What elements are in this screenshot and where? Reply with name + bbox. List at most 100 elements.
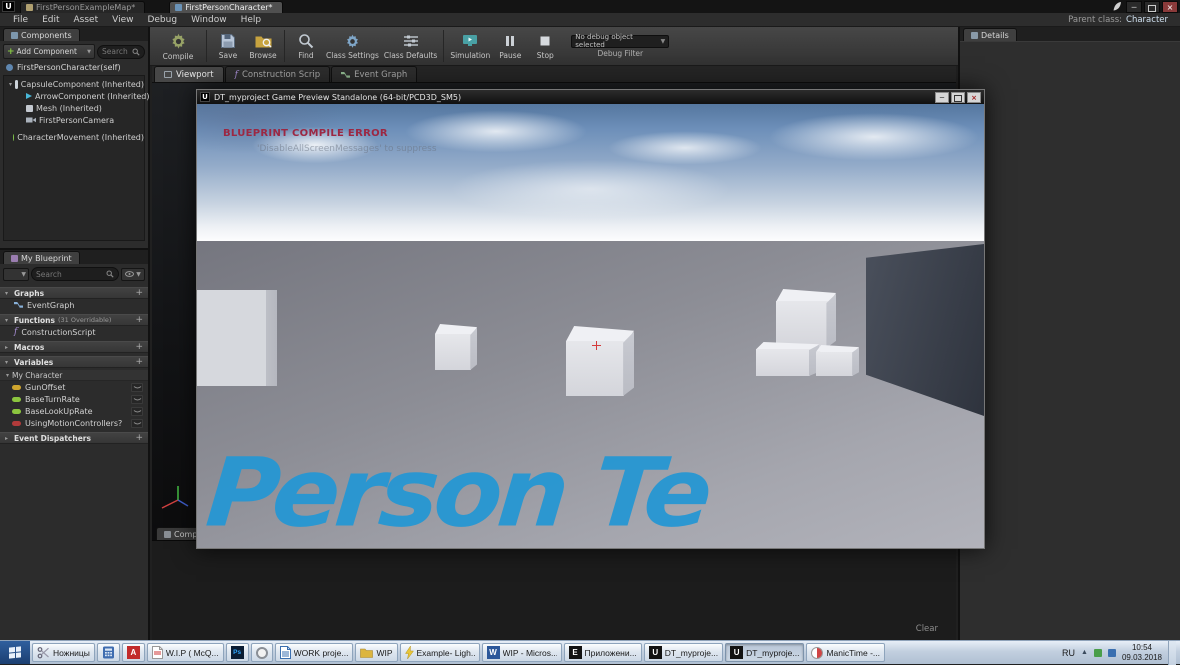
clear-button[interactable]: Clear (916, 624, 938, 634)
taskbar-item-word[interactable]: W WIP - Micros... (481, 643, 562, 662)
show-desktop-button[interactable] (1168, 640, 1176, 665)
class-defaults-button[interactable]: Class Defaults (382, 28, 439, 65)
add-variable-button[interactable]: + (135, 357, 143, 367)
add-function-button[interactable]: + (135, 315, 143, 325)
taskbar-item-calculator[interactable] (96, 643, 120, 662)
taskbar-item-unreal-editor[interactable]: U DT_myproje... (643, 643, 724, 662)
construction-script-item[interactable]: f ConstructionScript (0, 326, 148, 338)
expander-icon[interactable]: ▸ (5, 435, 11, 442)
taskbar-item-photoshop[interactable]: Ps (225, 643, 249, 662)
menu-file[interactable]: File (6, 15, 35, 25)
taskbar-item-snipping-tool[interactable]: Ножницы (32, 643, 95, 662)
taskbar-item-example-lighting[interactable]: Example- Ligh... (399, 643, 480, 662)
expander-icon[interactable]: ▾ (5, 359, 11, 366)
browse-button[interactable]: Browse (246, 28, 280, 65)
section-functions[interactable]: ▾ Functions (31 Overridable) + (0, 314, 148, 326)
taskbar-item-wip-folder[interactable]: WIP (355, 643, 398, 662)
taskbar-item-label: WIP - Micros... (502, 647, 557, 658)
component-row-arrow[interactable]: ArrowComponent (Inherited) (4, 90, 149, 102)
taskbar-item-wip-doc[interactable]: W.I.P ( McQ... (146, 643, 224, 662)
event-graph-item[interactable]: EventGraph (0, 299, 148, 311)
simulation-button[interactable]: Simulation (448, 28, 492, 65)
float-type-icon (12, 396, 21, 402)
variable-row-usingmotioncontrollers[interactable]: UsingMotionControllers? (0, 417, 148, 429)
tab-event-graph[interactable]: Event Graph (331, 66, 418, 82)
my-blueprint-search-input[interactable] (36, 269, 104, 279)
stop-button[interactable]: Stop (528, 28, 562, 65)
add-graph-button[interactable]: + (135, 288, 143, 298)
variable-row-baselookuprate[interactable]: BaseLookUpRate (0, 405, 148, 417)
eye-closed-icon[interactable] (131, 406, 143, 416)
close-button[interactable]: × (1162, 0, 1178, 13)
variable-category-row[interactable]: ▾ My Character (0, 370, 148, 381)
game-viewport[interactable]: Person Te BLUEPRINT COMPILE ERROR 'Disab… (197, 104, 984, 548)
taskbar-item-circle-app[interactable] (250, 643, 273, 662)
section-variables[interactable]: ▾ Variables + (0, 356, 148, 368)
document-icon (151, 646, 163, 659)
section-event-dispatchers[interactable]: ▸ Event Dispatchers + (0, 432, 148, 444)
variable-row-gunoffset[interactable]: GunOffset (0, 381, 148, 393)
add-dispatcher-button[interactable]: + (135, 433, 143, 443)
component-row-mesh[interactable]: Mesh (Inherited) (4, 102, 144, 114)
tab-components[interactable]: Components (3, 28, 80, 41)
menu-help[interactable]: Help (234, 15, 269, 25)
tray-icon[interactable] (1107, 648, 1116, 657)
menu-debug[interactable]: Debug (140, 15, 184, 25)
expander-icon[interactable]: ▾ (9, 81, 12, 88)
taskbar-item-unreal-preview[interactable]: U DT_myproje... (725, 643, 805, 662)
add-macro-button[interactable]: + (135, 342, 143, 352)
eye-closed-icon[interactable] (131, 394, 143, 404)
minimize-button[interactable]: ─ (935, 91, 949, 103)
section-macros[interactable]: ▸ Macros + (0, 341, 148, 353)
tray-icon[interactable] (1093, 648, 1102, 657)
component-row-movement[interactable]: CharacterMovement (Inherited) (4, 131, 144, 143)
eye-closed-icon[interactable] (131, 382, 143, 392)
save-button[interactable]: Save (211, 28, 245, 65)
function-icon: f (14, 327, 18, 337)
tab-my-blueprint[interactable]: My Blueprint (3, 251, 80, 264)
tab-construction-script[interactable]: f Construction Scrip (224, 66, 331, 82)
close-button[interactable]: × (967, 91, 981, 103)
parent-class-value[interactable]: Character (1126, 15, 1168, 25)
filter-dropdown[interactable]: ▼ (3, 267, 29, 281)
minimize-button[interactable]: ─ (1126, 0, 1142, 13)
hidden-icons-button[interactable]: ▲ (1081, 649, 1088, 656)
menu-asset[interactable]: Asset (67, 15, 106, 25)
components-search-input[interactable] (102, 47, 130, 56)
start-button[interactable] (0, 641, 30, 664)
compile-button[interactable]: Compile (154, 28, 202, 65)
tab-viewport[interactable]: Viewport (154, 66, 224, 82)
find-button[interactable]: Find (289, 28, 323, 65)
clock[interactable]: 10:54 09.03.2018 (1122, 643, 1162, 663)
visibility-filter-button[interactable]: ▼ (121, 267, 145, 281)
taskbar-item-epic-launcher[interactable]: E Приложени... (563, 643, 642, 662)
expander-icon[interactable]: ▾ (6, 372, 9, 379)
tab-details[interactable]: Details (963, 28, 1017, 41)
restore-button[interactable] (1144, 0, 1160, 13)
tab-firstpersoncharacter[interactable]: FirstPersonCharacter* (169, 1, 283, 13)
section-graphs[interactable]: ▾ Graphs + (0, 287, 148, 299)
language-indicator[interactable]: RU (1062, 648, 1075, 658)
add-component-button[interactable]: + Add Component ▼ (3, 44, 95, 59)
expander-icon[interactable]: ▾ (5, 290, 11, 297)
tab-firstpersonexamplemap[interactable]: FirstPersonExampleMap* (20, 1, 146, 13)
expander-icon[interactable]: ▾ (5, 317, 11, 324)
component-row-capsule[interactable]: ▾ CapsuleComponent (Inherited) (4, 78, 144, 90)
pause-button[interactable]: Pause (493, 28, 527, 65)
eye-closed-icon[interactable] (131, 418, 143, 428)
maximize-button[interactable] (951, 91, 965, 103)
preview-title-bar[interactable]: U DT_myproject Game Preview Standalone (… (197, 90, 984, 104)
menu-edit[interactable]: Edit (35, 15, 66, 25)
debug-object-dropdown[interactable]: No debug object selected ▼ (571, 33, 670, 49)
taskbar-item-manictime[interactable]: ManicTime -... (806, 643, 885, 662)
menu-view[interactable]: View (105, 15, 140, 25)
menu-window[interactable]: Window (184, 15, 234, 25)
component-row-camera[interactable]: FirstPersonCamera (4, 114, 144, 126)
class-settings-button[interactable]: Class Settings (324, 28, 381, 65)
component-self-row[interactable]: FirstPersonCharacter(self) (0, 61, 148, 74)
variable-row-baseturnrate[interactable]: BaseTurnRate (0, 393, 148, 405)
taskbar-item-adobe[interactable]: A (121, 643, 145, 662)
taskbar-item-work-project[interactable]: WORK proje... (274, 643, 354, 662)
map-tab-icon (26, 4, 33, 11)
expander-icon[interactable]: ▸ (5, 344, 11, 351)
